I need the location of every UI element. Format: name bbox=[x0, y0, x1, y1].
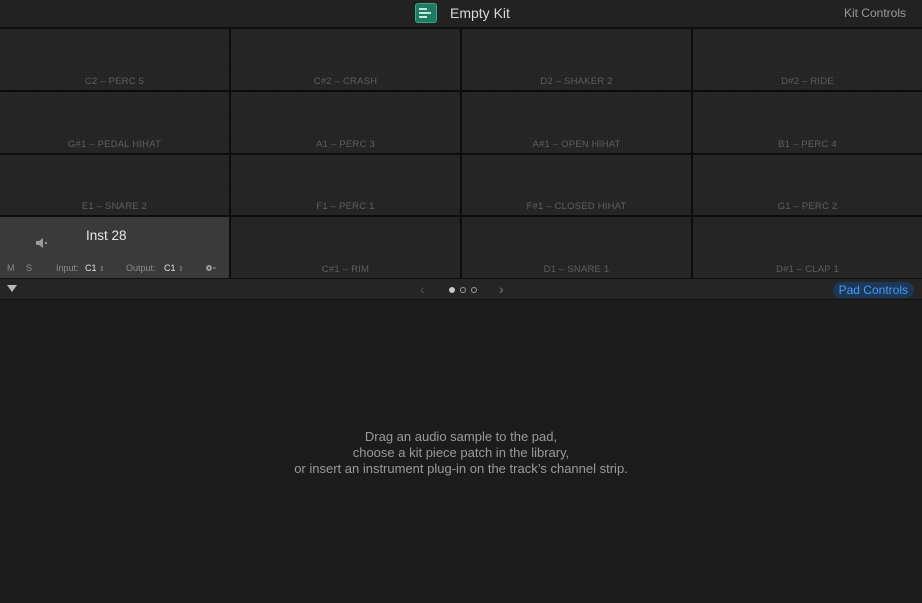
output-label: Output: bbox=[126, 263, 156, 273]
pad-grid: C2 – PERC 5 C#2 – CRASH D2 – SHAKER 2 D#… bbox=[0, 28, 922, 278]
pad-label: F#1 – CLOSED HIHAT bbox=[526, 201, 627, 213]
output-value: C1 bbox=[164, 263, 176, 273]
solo-button[interactable]: S bbox=[26, 263, 32, 273]
disclosure-triangle-icon[interactable] bbox=[7, 285, 17, 292]
input-selector[interactable]: C1 ⇕ bbox=[85, 263, 105, 273]
title-bar: Empty Kit Kit Controls bbox=[0, 0, 922, 28]
pad-label: C2 – PERC 5 bbox=[84, 75, 145, 87]
pad-label: A1 – PERC 3 bbox=[316, 138, 375, 150]
page-indicator bbox=[449, 287, 477, 293]
selected-drum-pad[interactable]: Inst 28 M S Input: C1 ⇕ Output: C1 ⇕ bbox=[0, 217, 229, 278]
up-down-chevron-icon: ⇕ bbox=[178, 266, 184, 273]
output-selector[interactable]: C1 ⇕ bbox=[164, 263, 184, 273]
pad-label: B1 – PERC 4 bbox=[778, 138, 837, 150]
drum-pad[interactable]: C#2 – CRASH bbox=[231, 29, 460, 90]
input-value: C1 bbox=[85, 263, 97, 273]
drum-machine-icon bbox=[415, 3, 437, 23]
page-dot[interactable] bbox=[460, 287, 466, 293]
drum-pad[interactable]: D#2 – RIDE bbox=[693, 29, 922, 90]
message-line: or insert an instrument plug-in on the t… bbox=[294, 461, 628, 476]
mute-button[interactable]: M bbox=[7, 263, 15, 273]
pad-label: C#2 – CRASH bbox=[313, 75, 378, 87]
instrument-name: Inst 28 bbox=[86, 228, 127, 244]
pad-label: F1 – PERC 1 bbox=[316, 201, 375, 213]
gear-icon[interactable] bbox=[205, 263, 217, 275]
page-dot[interactable] bbox=[449, 287, 455, 293]
pad-label: A#1 – OPEN HIHAT bbox=[532, 138, 621, 150]
drum-pad[interactable]: G1 – PERC 2 bbox=[693, 154, 922, 216]
pad-navigation-bar: ‹ › Pad Controls bbox=[0, 278, 922, 300]
drum-pad[interactable]: D1 – SNARE 1 bbox=[462, 217, 691, 278]
kit-title: Empty Kit bbox=[450, 5, 510, 21]
previous-page-button[interactable]: ‹ bbox=[420, 281, 425, 297]
drum-pad[interactable]: A#1 – OPEN HIHAT bbox=[462, 91, 691, 153]
drum-pad[interactable]: B1 – PERC 4 bbox=[693, 91, 922, 153]
drum-pad[interactable]: A1 – PERC 3 bbox=[231, 91, 460, 153]
pad-channel-controls: M S Input: C1 ⇕ Output: C1 ⇕ bbox=[0, 262, 229, 276]
message-line: Drag an audio sample to the pad, bbox=[364, 429, 558, 444]
pad-label: E1 – SNARE 2 bbox=[81, 201, 148, 213]
drum-pad[interactable]: G#1 – PEDAL HIHAT bbox=[0, 91, 229, 153]
input-label: Input: bbox=[56, 263, 79, 273]
pad-label: D1 – SNARE 1 bbox=[543, 264, 610, 275]
pad-label: D#2 – RIDE bbox=[781, 75, 834, 87]
pad-controls-button[interactable]: Pad Controls bbox=[832, 282, 914, 298]
kit-controls-button[interactable]: Kit Controls bbox=[844, 6, 906, 20]
pad-label: G#1 – PEDAL HIHAT bbox=[67, 138, 162, 150]
empty-pad-message: Drag an audio sample to the pad, choose … bbox=[0, 429, 922, 477]
drum-pad[interactable]: F#1 – CLOSED HIHAT bbox=[462, 154, 691, 216]
drum-pad[interactable]: C2 – PERC 5 bbox=[0, 29, 229, 90]
pad-label: C#1 – RIM bbox=[321, 264, 370, 275]
next-page-button[interactable]: › bbox=[499, 281, 504, 297]
pad-label: G1 – PERC 2 bbox=[777, 201, 838, 213]
drum-pad[interactable]: E1 – SNARE 2 bbox=[0, 154, 229, 216]
drum-pad[interactable]: D2 – SHAKER 2 bbox=[462, 29, 691, 90]
drum-pad[interactable]: D#1 – CLAP 1 bbox=[693, 217, 922, 278]
speaker-icon[interactable] bbox=[35, 237, 49, 249]
message-line: choose a kit piece patch in the library, bbox=[352, 445, 570, 460]
up-down-chevron-icon: ⇕ bbox=[99, 266, 105, 273]
pad-label: D2 – SHAKER 2 bbox=[540, 75, 613, 87]
drum-pad[interactable]: C#1 – RIM bbox=[231, 217, 460, 278]
drum-pad[interactable]: F1 – PERC 1 bbox=[231, 154, 460, 216]
page-dot[interactable] bbox=[471, 287, 477, 293]
pad-label: D#1 – CLAP 1 bbox=[776, 264, 839, 275]
